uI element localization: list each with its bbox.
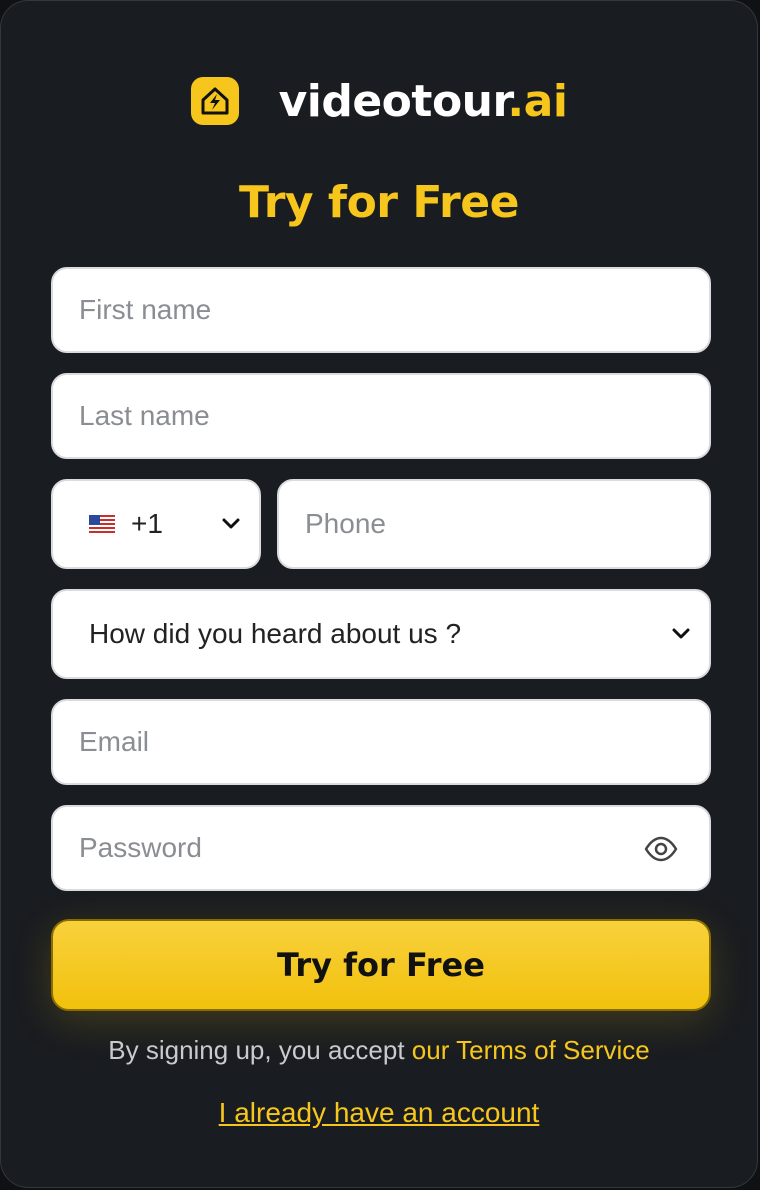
brand-name-accent: .ai [507, 75, 568, 127]
password-field[interactable] [51, 805, 711, 891]
phone-field[interactable] [277, 479, 711, 569]
brand-name: videotour.ai [279, 76, 568, 127]
chevron-down-icon [672, 628, 690, 639]
brand-name-main: videotour [278, 75, 508, 127]
house-lightning-icon [190, 77, 239, 125]
brand-logo: videotour.ai [1, 63, 757, 139]
last-name-field[interactable] [51, 373, 711, 459]
terms-of-service-link[interactable]: our Terms of Service [412, 1035, 650, 1065]
chevron-down-icon [222, 518, 240, 529]
phone-input[interactable] [279, 481, 709, 567]
referral-select[interactable]: How did you heard about us ? [51, 589, 711, 679]
first-name-input[interactable] [53, 269, 709, 351]
email-field[interactable] [51, 699, 711, 785]
first-name-field[interactable] [51, 267, 711, 353]
login-row: I already have an account [1, 1097, 757, 1129]
try-for-free-button[interactable]: Try for Free [51, 919, 711, 1011]
terms-prefix: By signing up, you accept [108, 1035, 412, 1065]
signup-card: videotour.ai Try for Free +1 [0, 0, 758, 1188]
country-code-select[interactable]: +1 [51, 479, 261, 569]
password-input[interactable] [53, 807, 709, 889]
referral-select-value: How did you heard about us ? [89, 618, 462, 649]
existing-account-link[interactable]: I already have an account [219, 1097, 540, 1128]
email-input[interactable] [53, 701, 709, 783]
eye-icon[interactable] [643, 831, 679, 867]
country-code-value: +1 [131, 508, 163, 539]
terms-notice: By signing up, you accept our Terms of S… [1, 1035, 757, 1066]
last-name-input[interactable] [53, 375, 709, 457]
page-title: Try for Free [239, 177, 519, 228]
us-flag-icon [89, 515, 115, 533]
